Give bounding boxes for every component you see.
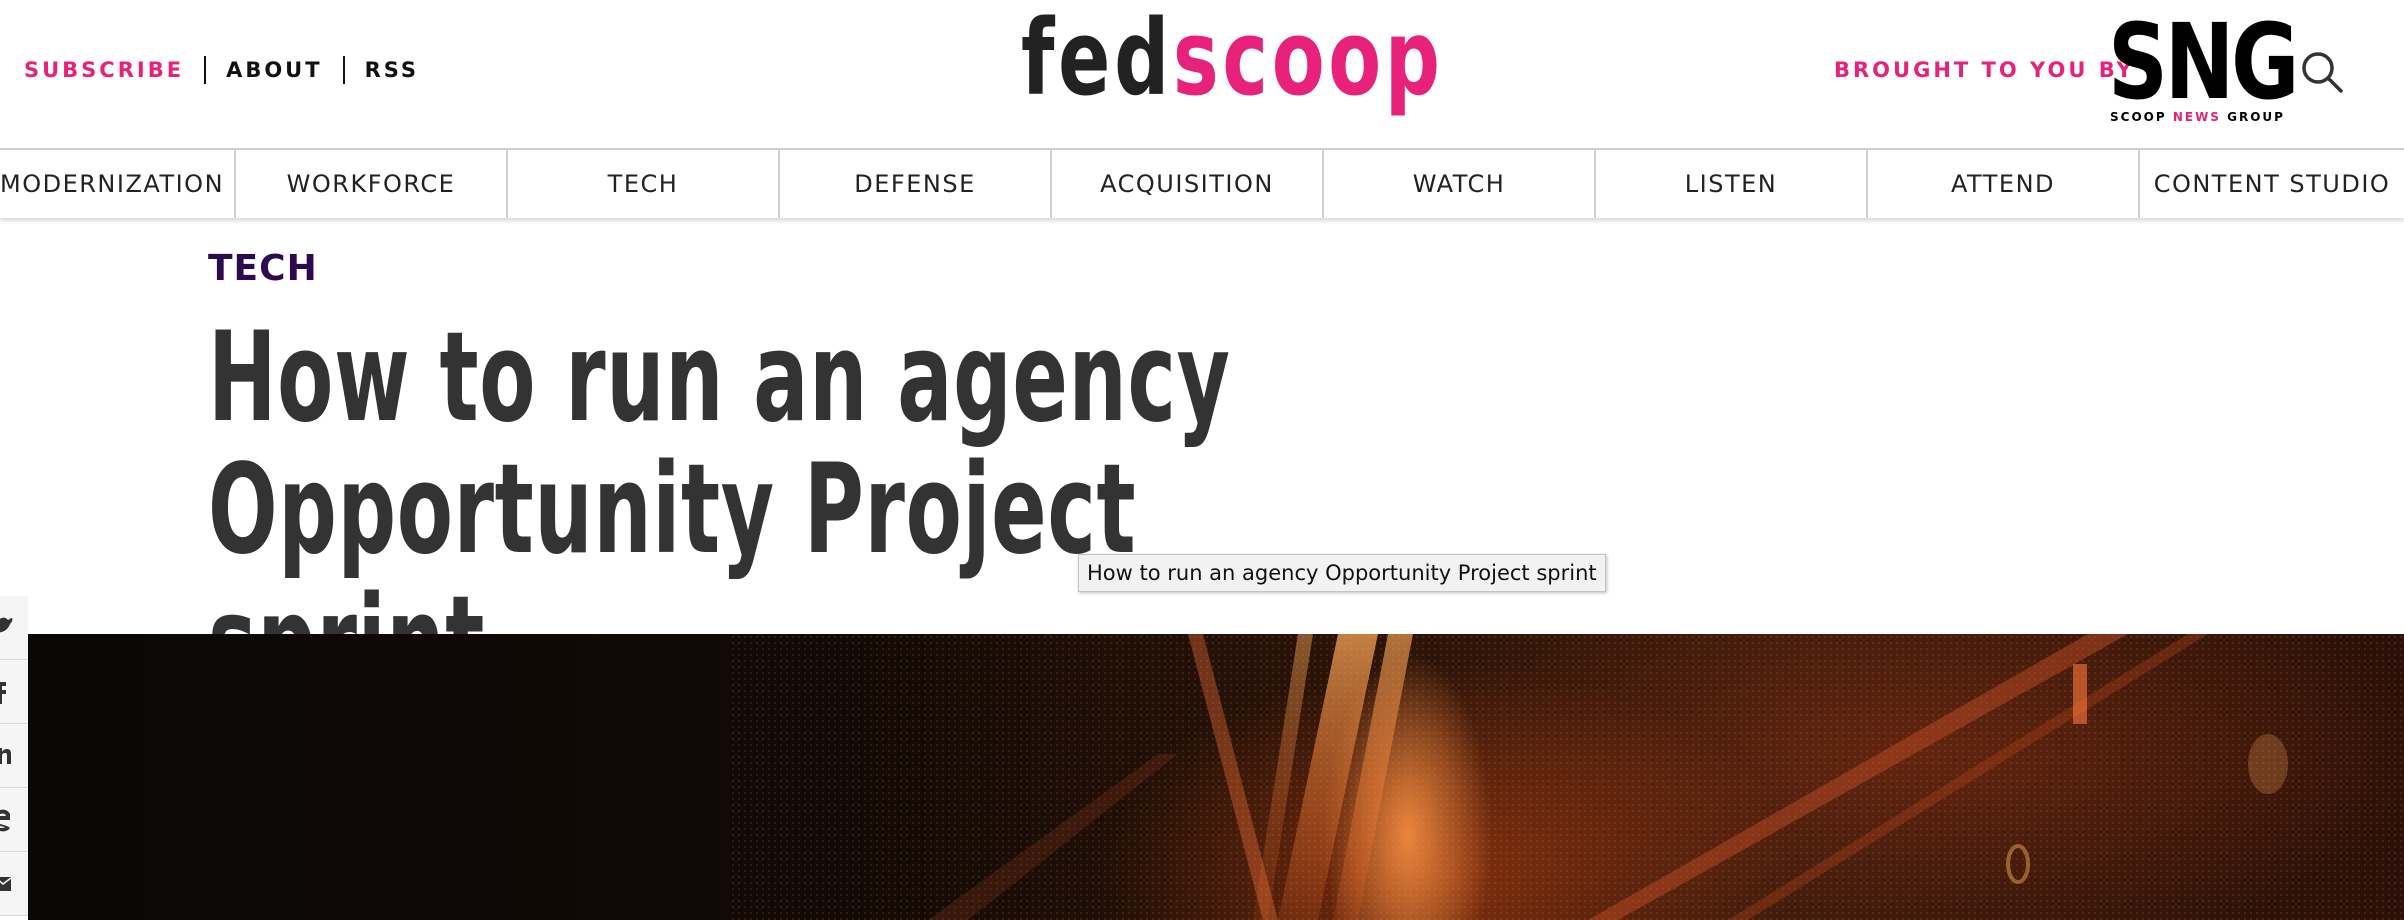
site-header: SUBSCRIBE ABOUT RSS fedscoop BROUGHT TO …: [0, 0, 2404, 148]
email-icon[interactable]: [0, 852, 28, 916]
nav-item-attend[interactable]: ATTEND: [1868, 150, 2140, 218]
sng-sub-accent: NEWS: [2172, 110, 2221, 124]
sng-letters: SNG: [2108, 1, 2299, 123]
divider: [342, 56, 345, 84]
utility-links: SUBSCRIBE ABOUT RSS: [24, 56, 419, 84]
sng-logo[interactable]: SNG SCOOP NEWS GROUP: [2108, 10, 2299, 128]
nav-item-content-studio[interactable]: CONTENT STUDIO: [2140, 150, 2404, 218]
brought-by-label: BROUGHT TO YOU BY: [1834, 58, 2135, 82]
twitter-icon[interactable]: [0, 596, 28, 660]
sng-sub-right: GROUP: [2220, 110, 2285, 124]
nav-item-tech[interactable]: TECH: [508, 150, 780, 218]
sng-sub-left: SCOOP: [2110, 110, 2173, 124]
divider: [204, 56, 207, 84]
article-category[interactable]: TECH: [208, 248, 318, 289]
nav-item-watch[interactable]: WATCH: [1324, 150, 1596, 218]
rss-link[interactable]: RSS: [365, 58, 419, 82]
nav-item-workforce[interactable]: WORKFORCE: [236, 150, 508, 218]
facebook-icon[interactable]: [0, 660, 28, 724]
about-link[interactable]: ABOUT: [226, 58, 323, 82]
nav-item-modernization[interactable]: MODERNIZATION: [0, 150, 236, 218]
hero-image: [28, 634, 2404, 920]
nav-item-acquisition[interactable]: ACQUISITION: [1052, 150, 1324, 218]
search-icon[interactable]: [2300, 50, 2344, 94]
main-nav: MODERNIZATION WORKFORCE TECH DEFENSE ACQ…: [0, 148, 2404, 218]
fedscoop-logo[interactable]: fedscoop: [1021, 6, 1444, 110]
linkedin-icon[interactable]: [0, 724, 28, 788]
sng-subtitle: SCOOP NEWS GROUP: [2110, 110, 2285, 124]
nav-item-listen[interactable]: LISTEN: [1596, 150, 1868, 218]
subscribe-link[interactable]: SUBSCRIBE: [24, 58, 184, 82]
logo-part-fed: fed: [1021, 0, 1173, 119]
share-bar: [0, 596, 28, 920]
hero-light-streaks: [728, 634, 2404, 920]
title-tooltip: How to run an agency Opportunity Project…: [1078, 554, 1606, 592]
logo-part-scoop: scoop: [1172, 0, 1444, 119]
nav-item-defense[interactable]: DEFENSE: [780, 150, 1052, 218]
google-plus-icon[interactable]: [0, 788, 28, 852]
